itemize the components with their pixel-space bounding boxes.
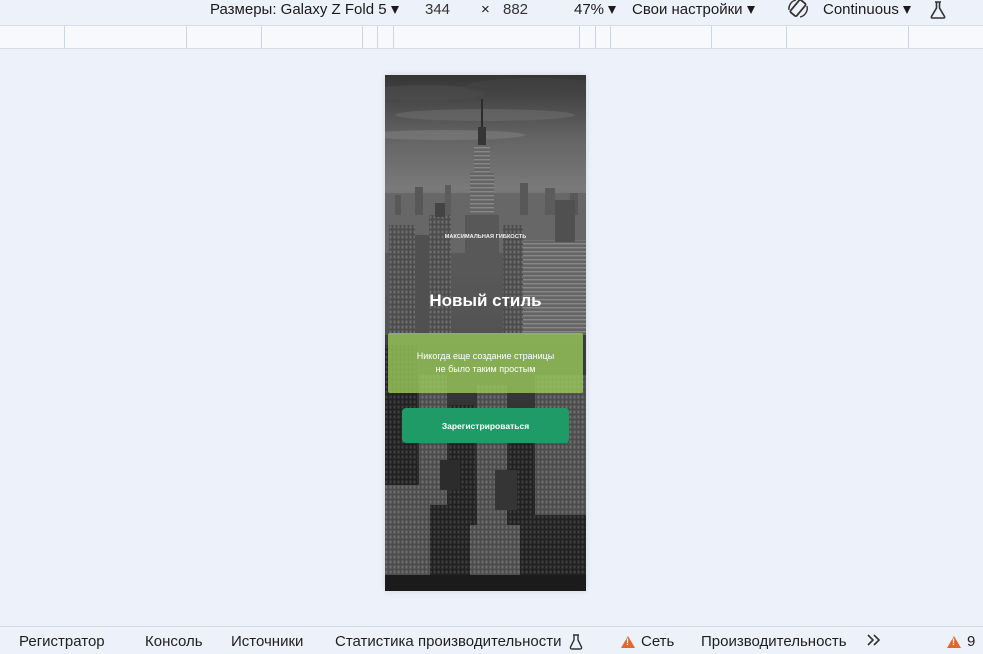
ruler-marker[interactable] — [595, 26, 596, 48]
warning-icon — [947, 635, 961, 648]
hero-tagline-box: Никогда еще создание страницы не было та… — [388, 333, 583, 393]
caret-down-icon — [390, 6, 399, 14]
caret-down-icon — [608, 6, 617, 14]
height-input[interactable]: 882 — [503, 0, 528, 20]
hero-tagline: Никогда еще создание страницы не было та… — [388, 350, 583, 376]
ruler-marker[interactable] — [908, 26, 909, 48]
width-value: 344 — [425, 1, 451, 18]
tab-sources[interactable]: Источники — [231, 633, 303, 650]
throttle-label: Свои настройки — [632, 1, 743, 18]
tab-network-label: Сеть — [641, 633, 675, 650]
tab-recorder-label: Регистратор — [19, 633, 105, 650]
device-toolbar: Размеры: Galaxy Z Fold 5 344 × 882 47% С… — [0, 0, 983, 22]
tagline-line-1: Никогда еще создание страницы — [416, 351, 555, 361]
zoom-dropdown[interactable]: 47% — [574, 0, 617, 20]
mode-label: Continuous — [823, 1, 899, 18]
device-viewport[interactable]: МАКСИМАЛЬНАЯ ГИБКОСТЬ Новый стиль Никогд… — [385, 75, 586, 591]
tab-performance-label: Производительность — [701, 633, 847, 650]
tab-performance[interactable]: Производительность — [701, 633, 847, 650]
device-dimensions-label: Размеры: Galaxy Z Fold 5 — [210, 1, 387, 18]
ruler-marker[interactable] — [186, 26, 187, 48]
tab-console-label: Консоль — [145, 633, 203, 650]
ruler-marker[interactable] — [64, 26, 65, 48]
ruler-marker[interactable] — [610, 26, 611, 48]
hero-section: МАКСИМАЛЬНАЯ ГИБКОСТЬ Новый стиль Никогд… — [385, 75, 586, 591]
tab-network[interactable]: Сеть — [621, 633, 674, 650]
chevrons-right-icon[interactable] — [865, 631, 883, 649]
devtools-drawer-tabs: Регистратор Консоль Источники Статистика… — [0, 626, 983, 654]
media-query-ruler — [0, 25, 983, 49]
tagline-line-2: не было таким простым — [435, 364, 536, 374]
hero-kicker: МАКСИМАЛЬНАЯ ГИБКОСТЬ — [444, 234, 527, 240]
tab-sources-label: Источники — [231, 633, 304, 650]
mode-dropdown[interactable]: Continuous — [823, 0, 911, 20]
zoom-value: 47% — [574, 1, 605, 18]
caret-down-icon — [746, 6, 755, 14]
height-value: 882 — [503, 1, 529, 18]
tab-performance-insights-label: Статистика производительности — [335, 633, 562, 650]
flask-icon[interactable] — [928, 0, 948, 20]
ruler-marker[interactable] — [786, 26, 787, 48]
tab-console[interactable]: Консоль — [145, 633, 203, 650]
ruler-marker[interactable] — [362, 26, 363, 48]
width-input[interactable]: 344 — [425, 0, 450, 20]
warning-icon — [621, 635, 635, 648]
device-dimensions-dropdown[interactable]: Размеры: Galaxy Z Fold 5 — [210, 0, 399, 20]
register-button[interactable]: Зарегистрироваться — [402, 408, 569, 443]
ruler-marker[interactable] — [711, 26, 712, 48]
throttle-dropdown[interactable]: Свои настройки — [632, 0, 755, 20]
hero-headline: Новый стиль — [429, 291, 542, 310]
times-sign-text: × — [481, 1, 490, 18]
warnings-counter[interactable]: 9 — [947, 633, 975, 650]
ruler-marker[interactable] — [579, 26, 580, 48]
tab-recorder[interactable]: Регистратор — [19, 633, 105, 650]
ruler-marker[interactable] — [393, 26, 394, 48]
ruler-marker[interactable] — [377, 26, 378, 48]
flask-icon — [570, 633, 583, 650]
ruler-marker[interactable] — [261, 26, 262, 48]
tab-performance-insights[interactable]: Статистика производительности — [335, 633, 583, 650]
warnings-count: 9 — [967, 633, 976, 650]
times-sign: × — [481, 0, 490, 20]
rotate-device-icon[interactable] — [786, 0, 810, 19]
caret-down-icon — [902, 6, 911, 14]
